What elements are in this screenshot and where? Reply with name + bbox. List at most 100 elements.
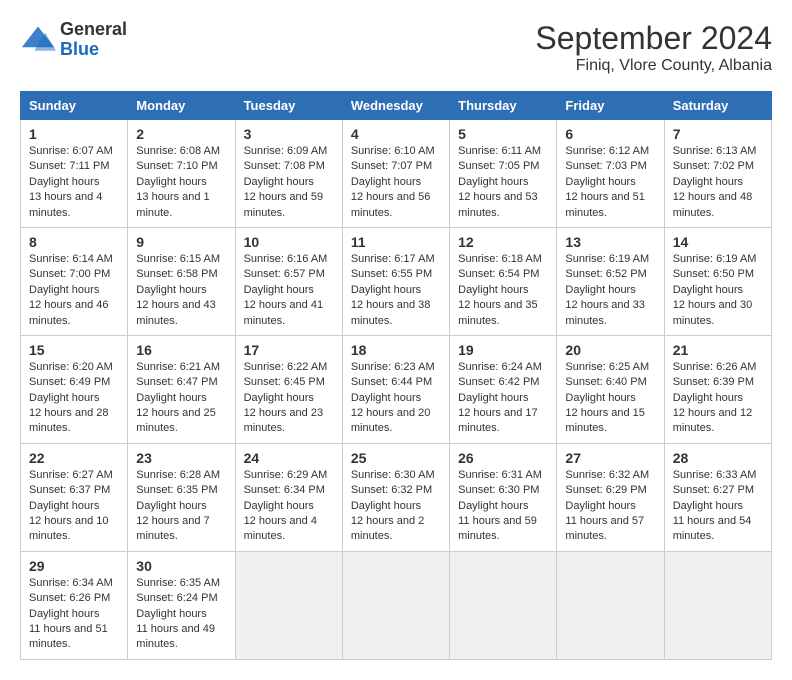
location-title: Finiq, Vlore County, Albania xyxy=(535,57,772,75)
calendar-day-cell: 25 Sunrise: 6:30 AMSunset: 6:32 PMDaylig… xyxy=(342,443,449,551)
calendar-day-cell: 18 Sunrise: 6:23 AMSunset: 6:44 PMDaylig… xyxy=(342,335,449,443)
day-number: 13 xyxy=(565,234,655,250)
day-info: Sunrise: 6:23 AMSunset: 6:44 PMDaylight … xyxy=(351,361,435,435)
day-info: Sunrise: 6:32 AMSunset: 6:29 PMDaylight … xyxy=(565,469,649,543)
calendar-week-row: 29 Sunrise: 6:34 AMSunset: 6:26 PMDaylig… xyxy=(21,551,772,659)
calendar-week-row: 15 Sunrise: 6:20 AMSunset: 6:49 PMDaylig… xyxy=(21,335,772,443)
day-number: 2 xyxy=(136,126,226,142)
calendar-day-cell: 2 Sunrise: 6:08 AMSunset: 7:10 PMDayligh… xyxy=(128,120,235,228)
calendar-day-cell: 20 Sunrise: 6:25 AMSunset: 6:40 PMDaylig… xyxy=(557,335,664,443)
page-header: General Blue September 2024 Finiq, Vlore… xyxy=(20,20,772,75)
col-tuesday: Tuesday xyxy=(235,92,342,120)
calendar-day-cell xyxy=(450,551,557,659)
day-number: 5 xyxy=(458,126,548,142)
calendar-header-row: Sunday Monday Tuesday Wednesday Thursday… xyxy=(21,92,772,120)
col-wednesday: Wednesday xyxy=(342,92,449,120)
day-number: 6 xyxy=(565,126,655,142)
day-info: Sunrise: 6:19 AMSunset: 6:50 PMDaylight … xyxy=(673,253,757,327)
day-info: Sunrise: 6:30 AMSunset: 6:32 PMDaylight … xyxy=(351,469,435,543)
calendar-day-cell: 30 Sunrise: 6:35 AMSunset: 6:24 PMDaylig… xyxy=(128,551,235,659)
day-info: Sunrise: 6:18 AMSunset: 6:54 PMDaylight … xyxy=(458,253,542,327)
day-number: 25 xyxy=(351,450,441,466)
day-info: Sunrise: 6:13 AMSunset: 7:02 PMDaylight … xyxy=(673,145,757,219)
day-info: Sunrise: 6:17 AMSunset: 6:55 PMDaylight … xyxy=(351,253,435,327)
day-info: Sunrise: 6:29 AMSunset: 6:34 PMDaylight … xyxy=(244,469,328,543)
day-info: Sunrise: 6:09 AMSunset: 7:08 PMDaylight … xyxy=(244,145,328,219)
day-info: Sunrise: 6:28 AMSunset: 6:35 PMDaylight … xyxy=(136,469,220,543)
calendar-day-cell: 7 Sunrise: 6:13 AMSunset: 7:02 PMDayligh… xyxy=(664,120,771,228)
calendar-day-cell: 28 Sunrise: 6:33 AMSunset: 6:27 PMDaylig… xyxy=(664,443,771,551)
calendar-day-cell: 17 Sunrise: 6:22 AMSunset: 6:45 PMDaylig… xyxy=(235,335,342,443)
calendar-day-cell: 3 Sunrise: 6:09 AMSunset: 7:08 PMDayligh… xyxy=(235,120,342,228)
calendar-day-cell: 9 Sunrise: 6:15 AMSunset: 6:58 PMDayligh… xyxy=(128,227,235,335)
calendar-day-cell: 8 Sunrise: 6:14 AMSunset: 7:00 PMDayligh… xyxy=(21,227,128,335)
day-info: Sunrise: 6:35 AMSunset: 6:24 PMDaylight … xyxy=(136,577,220,651)
calendar-day-cell: 26 Sunrise: 6:31 AMSunset: 6:30 PMDaylig… xyxy=(450,443,557,551)
day-info: Sunrise: 6:19 AMSunset: 6:52 PMDaylight … xyxy=(565,253,649,327)
day-number: 28 xyxy=(673,450,763,466)
calendar-day-cell: 16 Sunrise: 6:21 AMSunset: 6:47 PMDaylig… xyxy=(128,335,235,443)
day-number: 18 xyxy=(351,342,441,358)
day-info: Sunrise: 6:12 AMSunset: 7:03 PMDaylight … xyxy=(565,145,649,219)
calendar-table: Sunday Monday Tuesday Wednesday Thursday… xyxy=(20,91,772,660)
logo-blue-text: Blue xyxy=(60,40,127,60)
day-number: 10 xyxy=(244,234,334,250)
calendar-day-cell: 6 Sunrise: 6:12 AMSunset: 7:03 PMDayligh… xyxy=(557,120,664,228)
calendar-day-cell: 24 Sunrise: 6:29 AMSunset: 6:34 PMDaylig… xyxy=(235,443,342,551)
calendar-day-cell: 14 Sunrise: 6:19 AMSunset: 6:50 PMDaylig… xyxy=(664,227,771,335)
calendar-day-cell: 22 Sunrise: 6:27 AMSunset: 6:37 PMDaylig… xyxy=(21,443,128,551)
calendar-week-row: 8 Sunrise: 6:14 AMSunset: 7:00 PMDayligh… xyxy=(21,227,772,335)
day-info: Sunrise: 6:10 AMSunset: 7:07 PMDaylight … xyxy=(351,145,435,219)
calendar-day-cell: 13 Sunrise: 6:19 AMSunset: 6:52 PMDaylig… xyxy=(557,227,664,335)
day-number: 16 xyxy=(136,342,226,358)
logo-text: General Blue xyxy=(60,20,127,60)
title-block: September 2024 Finiq, Vlore County, Alba… xyxy=(535,20,772,75)
calendar-day-cell: 29 Sunrise: 6:34 AMSunset: 6:26 PMDaylig… xyxy=(21,551,128,659)
calendar-day-cell: 5 Sunrise: 6:11 AMSunset: 7:05 PMDayligh… xyxy=(450,120,557,228)
calendar-day-cell xyxy=(664,551,771,659)
day-info: Sunrise: 6:14 AMSunset: 7:00 PMDaylight … xyxy=(29,253,113,327)
day-number: 1 xyxy=(29,126,119,142)
day-number: 23 xyxy=(136,450,226,466)
day-info: Sunrise: 6:34 AMSunset: 6:26 PMDaylight … xyxy=(29,577,113,651)
calendar-day-cell: 23 Sunrise: 6:28 AMSunset: 6:35 PMDaylig… xyxy=(128,443,235,551)
day-number: 30 xyxy=(136,558,226,574)
col-saturday: Saturday xyxy=(664,92,771,120)
day-info: Sunrise: 6:22 AMSunset: 6:45 PMDaylight … xyxy=(244,361,328,435)
day-info: Sunrise: 6:31 AMSunset: 6:30 PMDaylight … xyxy=(458,469,542,543)
day-info: Sunrise: 6:11 AMSunset: 7:05 PMDaylight … xyxy=(458,145,541,219)
day-number: 26 xyxy=(458,450,548,466)
calendar-week-row: 1 Sunrise: 6:07 AMSunset: 7:11 PMDayligh… xyxy=(21,120,772,228)
day-number: 15 xyxy=(29,342,119,358)
col-sunday: Sunday xyxy=(21,92,128,120)
calendar-day-cell: 21 Sunrise: 6:26 AMSunset: 6:39 PMDaylig… xyxy=(664,335,771,443)
day-number: 12 xyxy=(458,234,548,250)
day-number: 27 xyxy=(565,450,655,466)
calendar-day-cell: 12 Sunrise: 6:18 AMSunset: 6:54 PMDaylig… xyxy=(450,227,557,335)
col-monday: Monday xyxy=(128,92,235,120)
calendar-week-row: 22 Sunrise: 6:27 AMSunset: 6:37 PMDaylig… xyxy=(21,443,772,551)
calendar-day-cell: 19 Sunrise: 6:24 AMSunset: 6:42 PMDaylig… xyxy=(450,335,557,443)
calendar-day-cell: 4 Sunrise: 6:10 AMSunset: 7:07 PMDayligh… xyxy=(342,120,449,228)
day-number: 7 xyxy=(673,126,763,142)
day-number: 3 xyxy=(244,126,334,142)
logo: General Blue xyxy=(20,20,127,60)
calendar-day-cell: 10 Sunrise: 6:16 AMSunset: 6:57 PMDaylig… xyxy=(235,227,342,335)
day-number: 14 xyxy=(673,234,763,250)
logo-icon xyxy=(20,22,56,58)
calendar-day-cell: 1 Sunrise: 6:07 AMSunset: 7:11 PMDayligh… xyxy=(21,120,128,228)
day-info: Sunrise: 6:21 AMSunset: 6:47 PMDaylight … xyxy=(136,361,220,435)
col-friday: Friday xyxy=(557,92,664,120)
month-title: September 2024 xyxy=(535,20,772,57)
calendar-day-cell: 11 Sunrise: 6:17 AMSunset: 6:55 PMDaylig… xyxy=(342,227,449,335)
day-info: Sunrise: 6:16 AMSunset: 6:57 PMDaylight … xyxy=(244,253,328,327)
day-number: 22 xyxy=(29,450,119,466)
day-info: Sunrise: 6:25 AMSunset: 6:40 PMDaylight … xyxy=(565,361,649,435)
day-info: Sunrise: 6:26 AMSunset: 6:39 PMDaylight … xyxy=(673,361,757,435)
col-thursday: Thursday xyxy=(450,92,557,120)
day-number: 8 xyxy=(29,234,119,250)
day-info: Sunrise: 6:27 AMSunset: 6:37 PMDaylight … xyxy=(29,469,113,543)
day-info: Sunrise: 6:15 AMSunset: 6:58 PMDaylight … xyxy=(136,253,220,327)
logo-general-text: General xyxy=(60,20,127,40)
day-info: Sunrise: 6:20 AMSunset: 6:49 PMDaylight … xyxy=(29,361,113,435)
